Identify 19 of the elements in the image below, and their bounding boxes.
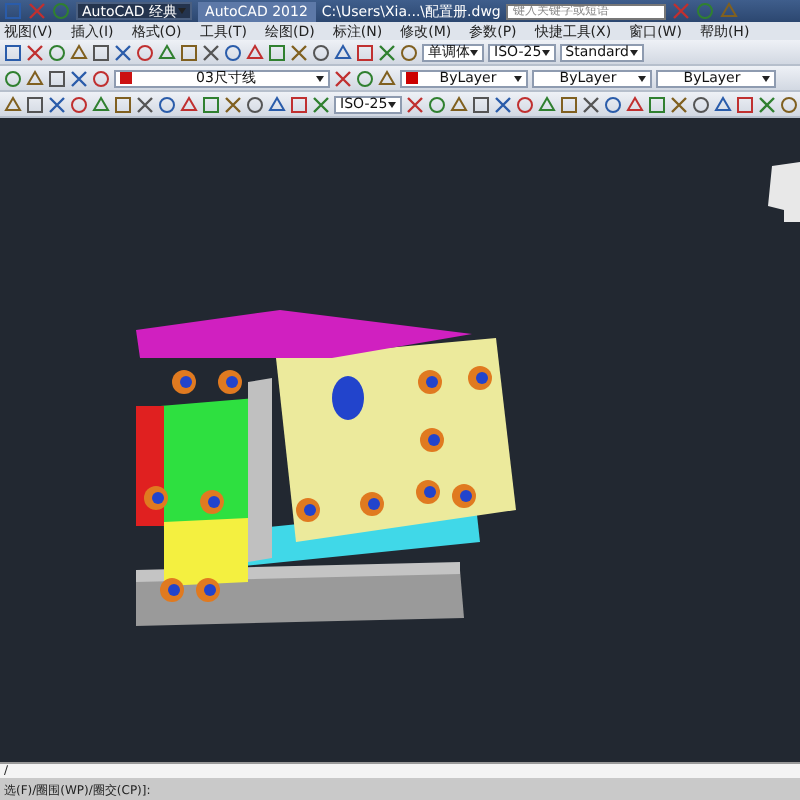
toolbar-icon[interactable] — [26, 43, 44, 61]
viewcube-drawing[interactable] — [768, 162, 800, 222]
toolbar-icon[interactable] — [202, 43, 220, 61]
toolbar-icon[interactable] — [493, 95, 512, 113]
toolbar-icon[interactable] — [48, 95, 66, 113]
drawing-viewport[interactable] — [0, 118, 800, 762]
toolbar-icon[interactable] — [779, 95, 798, 113]
toolbar-icon[interactable] — [224, 95, 242, 113]
toolbar-icon[interactable] — [378, 43, 396, 61]
toolbar-icon[interactable] — [757, 95, 776, 113]
toolbar-icon[interactable] — [290, 43, 308, 61]
toolbar-icon[interactable] — [669, 95, 688, 113]
toolbar-icon[interactable] — [114, 43, 132, 61]
toolbar-icon[interactable] — [70, 69, 88, 87]
toolbar-icon[interactable] — [136, 95, 154, 113]
toolbar-icon[interactable] — [581, 95, 600, 113]
toolbar-icon[interactable] — [334, 69, 352, 87]
toolbar-icon[interactable] — [312, 95, 330, 113]
toolbar-icon[interactable] — [405, 95, 424, 113]
